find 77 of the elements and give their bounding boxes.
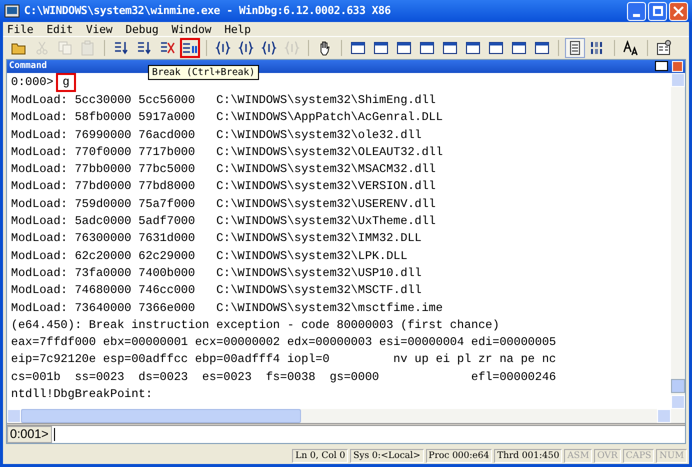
tooltip: Break (Ctrl+Break) <box>148 65 259 80</box>
command-input-field[interactable]: 0:001> <box>7 426 685 443</box>
clipboard-icon <box>80 40 96 56</box>
output-line: (e64.450): Break instruction exception - code 80000003 (first chance) <box>11 316 500 334</box>
output-line: ModLoad: 5adc0000 5adf7000 C:\WINDOWS\system32\UxTheme.dll <box>11 213 437 230</box>
close-button[interactable] <box>669 2 688 20</box>
vertical-scrollbar[interactable] <box>671 73 685 409</box>
window-icon <box>419 40 435 56</box>
window-icon <box>442 40 458 56</box>
close-icon <box>673 6 684 16</box>
menu-item[interactable]: View <box>84 22 114 36</box>
window-icon <box>534 40 550 56</box>
toolbar-button[interactable] <box>654 38 674 58</box>
command-text: g <box>56 73 76 92</box>
step-icon <box>136 40 152 56</box>
window-icon <box>511 40 527 56</box>
close-panel-button[interactable] <box>672 61 683 72</box>
brace-icon <box>261 40 277 56</box>
minimize-button[interactable] <box>627 2 646 20</box>
status-field: OVR <box>594 449 621 463</box>
output-line: ModLoad: 73fa0000 7400b000 C:\WINDOWS\system32\USP10.dll <box>11 264 423 282</box>
scroll-thumb[interactable] <box>671 379 685 393</box>
output-line: ntdll!DbgBreakPoint: <box>11 386 154 404</box>
output-line: ModLoad: 759d0000 75a7f000 C:\WINDOWS\system32\USERENV.dll <box>11 196 437 213</box>
output-line: ModLoad: 62c20000 62c29000 C:\WINDOWS\system32\LPK.DLL <box>11 248 408 265</box>
status-field: ASM <box>564 449 592 463</box>
brace-icon <box>215 40 231 56</box>
options-icon <box>656 40 672 56</box>
brace-icon <box>284 40 300 56</box>
scroll-thumb[interactable] <box>21 409 301 423</box>
window-icon <box>396 40 412 56</box>
output-line: eip=7c92120e esp=00adffcc ebp=00adfff4 iopl=0 nv up ei pl zr na pe nc <box>11 351 558 368</box>
maximize-button[interactable] <box>648 2 667 20</box>
window-icon <box>488 40 504 56</box>
output-line: ModLoad: 58fb0000 5917a000 C:\WINDOWS\AppPatch\AcGenral.DLL <box>11 109 444 126</box>
window-icon <box>373 40 389 56</box>
output-line: ModLoad: 76990000 76acd000 C:\WINDOWS\system32\ole32.dll <box>11 126 423 144</box>
font-size-icon <box>623 40 639 56</box>
status-field: CAPS <box>622 449 654 463</box>
console-icon[interactable] <box>655 61 668 71</box>
status-field: Thrd 001:450 <box>494 449 562 463</box>
output-line: ModLoad: 74680000 746cc000 C:\WINDOWS\system32\MSCTF.dll <box>11 282 423 300</box>
menu-item[interactable]: Help <box>222 22 253 36</box>
copy-icon <box>57 40 73 56</box>
maximize-icon <box>652 6 662 16</box>
status-field: Ln 0, Col 0 <box>292 449 348 463</box>
window-title: C:\WINDOWS\system32\winmine.exe - WinDbg:6.12.0002.633 X86 <box>24 2 391 19</box>
menu-item[interactable]: Debug <box>124 22 161 36</box>
output-line: ModLoad: 5cc30000 5cc56000 C:\WINDOWS\system32\ShimEng.dll <box>11 92 437 109</box>
output-line: cs=001b ss=0023 ds=0023 es=0023 fs=0038 gs=0000 efl=00000246 <box>11 368 558 386</box>
app-icon <box>4 3 20 19</box>
menu-item[interactable]: Window <box>170 22 214 36</box>
toolbar-button[interactable] <box>180 38 200 58</box>
menu-item[interactable]: File <box>5 22 36 36</box>
command-prompt: 0:000> <box>11 74 54 91</box>
output-line: ModLoad: 77bb0000 77bc5000 C:\WINDOWS\system32\MSACM32.dll <box>11 161 437 178</box>
panel-title: Command <box>9 60 47 73</box>
step-icon <box>113 40 129 56</box>
status-field: Proc 000:e64 <box>426 449 492 463</box>
output-line: ModLoad: 73640000 7366e000 C:\WINDOWS\system32\msctfime.ime <box>11 300 444 317</box>
brace-icon <box>238 40 254 56</box>
input-prompt: 0:001> <box>7 426 52 443</box>
output-line: ModLoad: 76300000 7631d000 C:\WINDOWS\system32\IMM32.DLL <box>11 230 423 248</box>
status-field: NUM <box>656 449 687 463</box>
status-field: Sys 0:<Local> <box>350 449 424 463</box>
horizontal-scrollbar[interactable] <box>7 409 685 423</box>
minimize-icon <box>633 14 640 16</box>
output-line: ModLoad: 770f0000 7717b000 C:\WINDOWS\system32\OLEAUT32.dll <box>11 144 444 161</box>
window-icon <box>350 40 366 56</box>
document-icon <box>567 40 583 56</box>
toolbar-button[interactable] <box>565 38 585 58</box>
scissors-icon <box>34 40 50 56</box>
menu-item[interactable]: Edit <box>44 22 75 36</box>
stop-debugging-icon <box>159 40 175 56</box>
output-line: eax=7ffdf000 ebx=00000001 ecx=00000002 edx=00000003 esi=00000004 edi=00000005 <box>11 334 558 352</box>
output-line: ModLoad: 77bd0000 77bd8000 C:\WINDOWS\system32\VERSION.dll <box>11 178 437 196</box>
window-icon <box>465 40 481 56</box>
